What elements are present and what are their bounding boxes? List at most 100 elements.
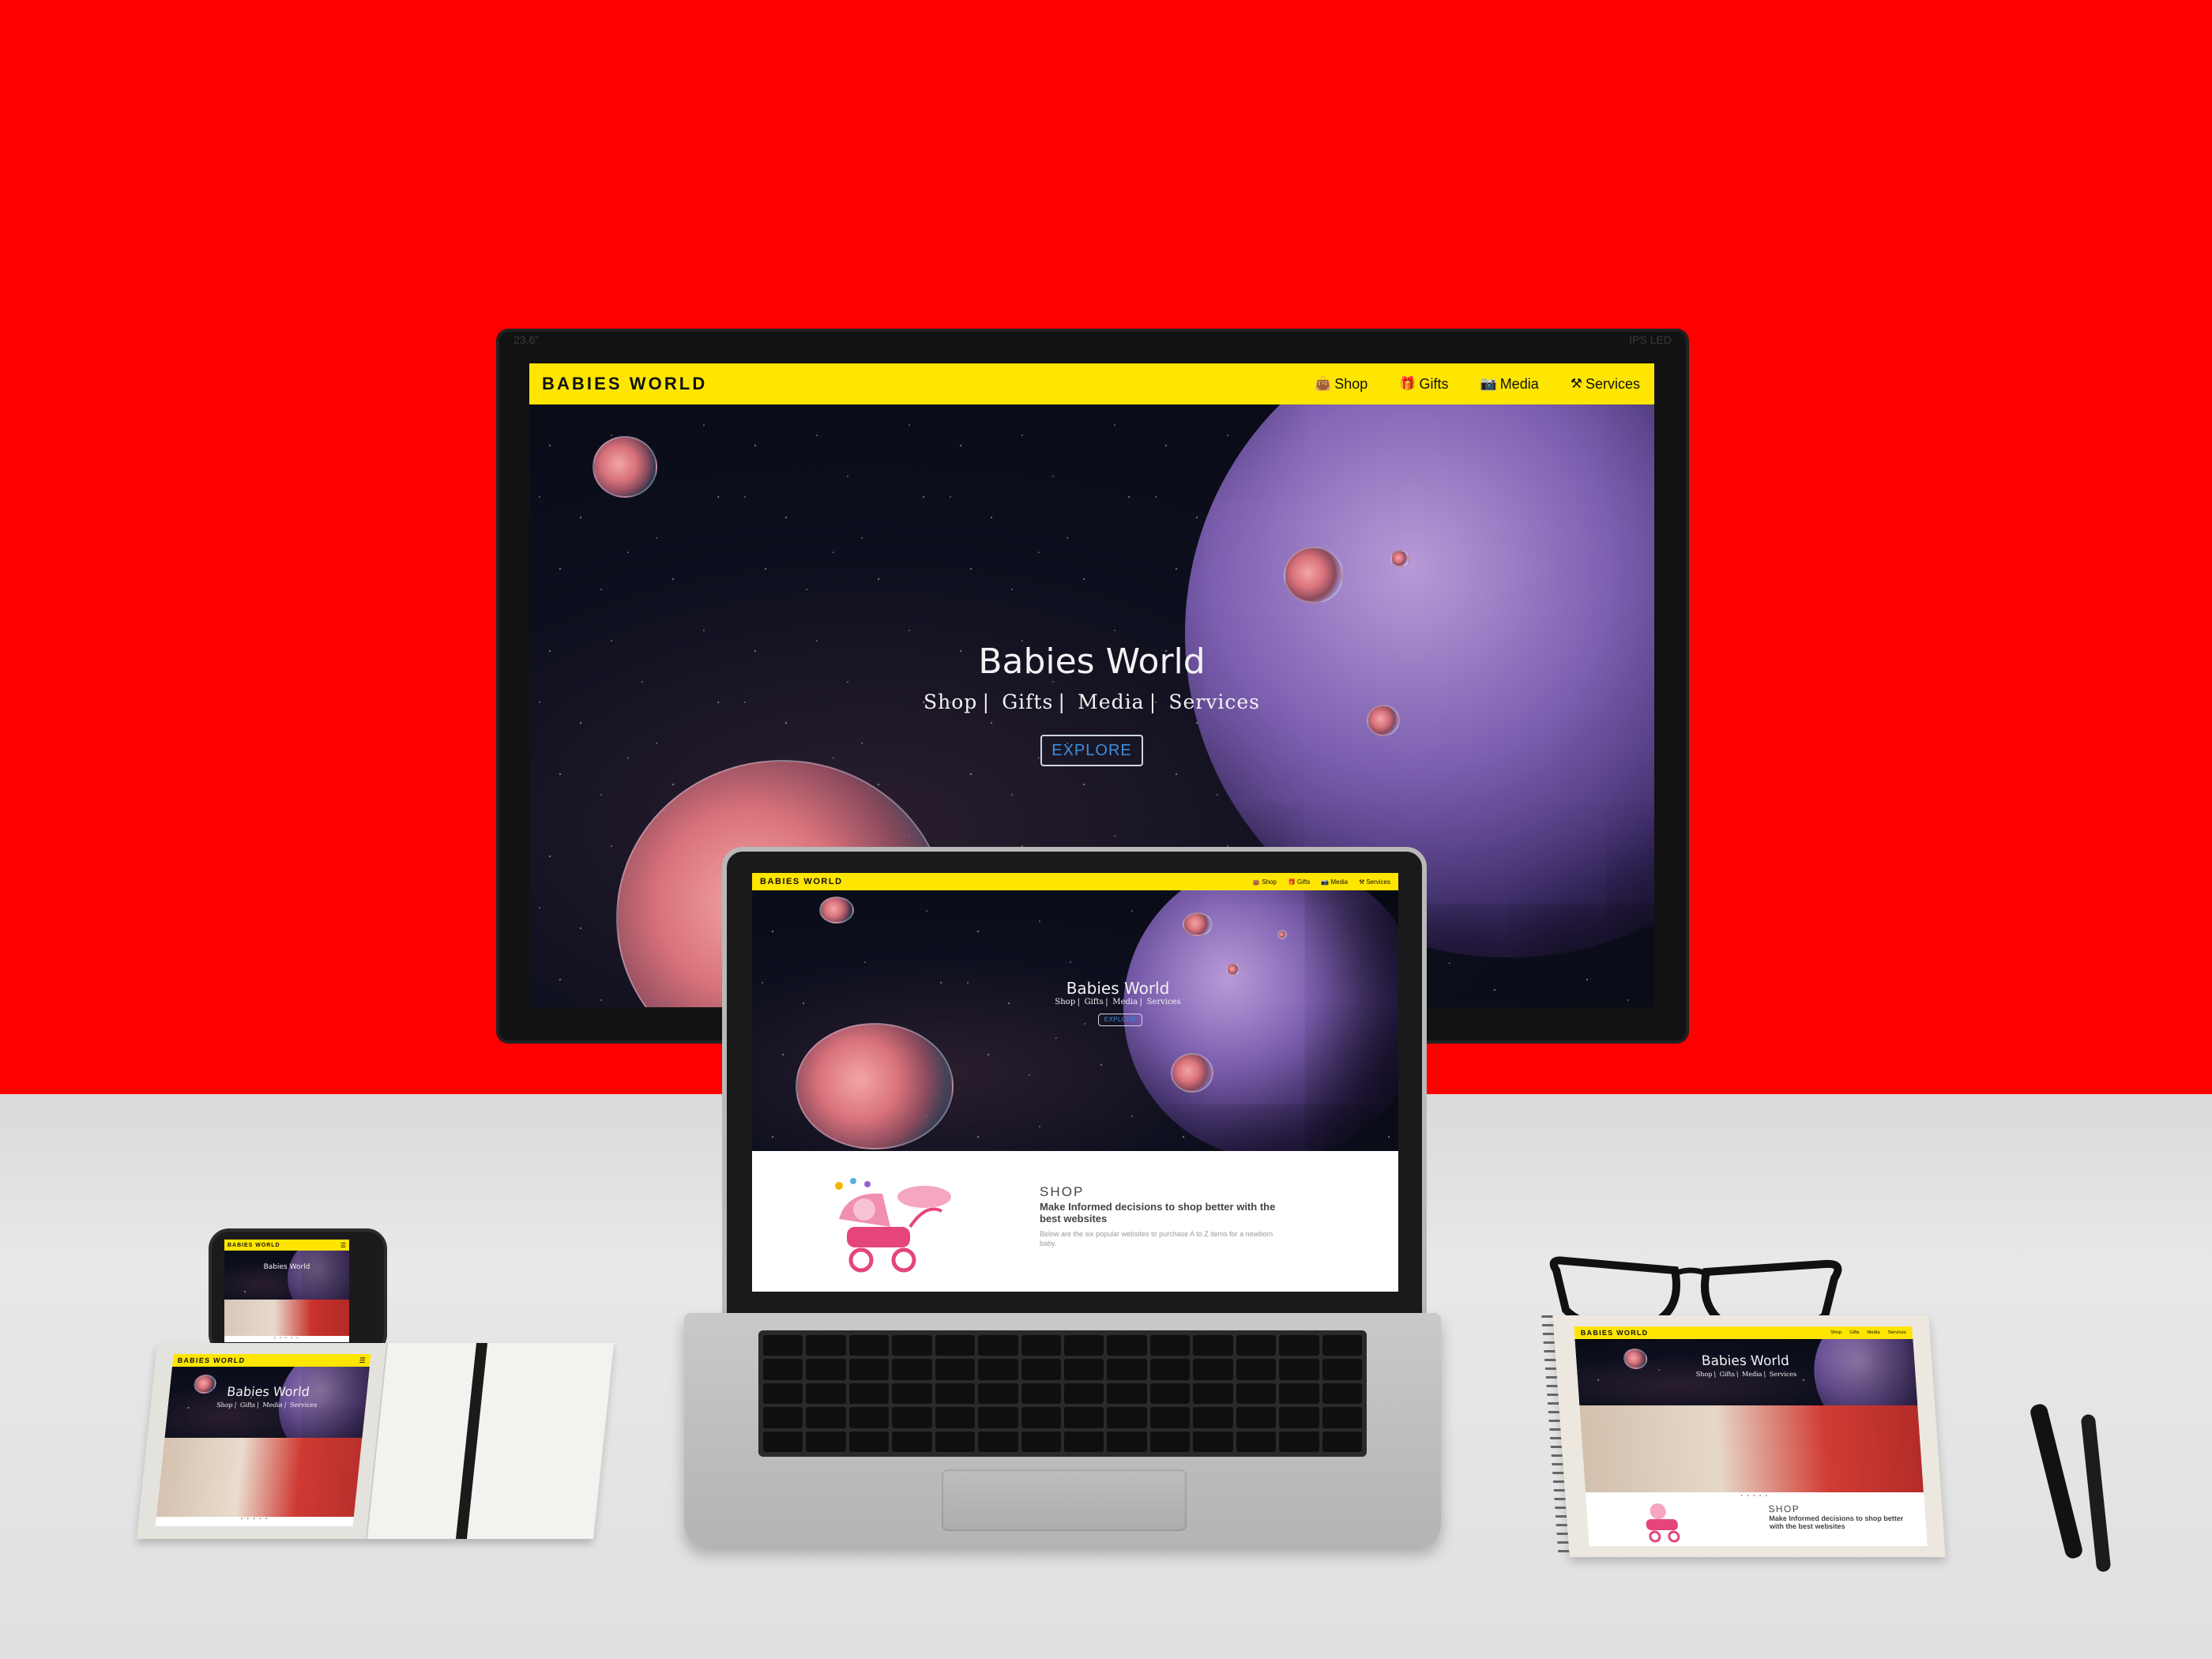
hero-title: Babies World — [1066, 979, 1170, 998]
nav-media[interactable]: Media — [1867, 1330, 1880, 1335]
planet-image — [1123, 890, 1398, 1151]
embryo-bubble — [592, 436, 657, 498]
embryo-bubble — [1183, 912, 1213, 936]
printed-site-mockup: BABIES WORLD ☰ Babies World Shop| Gifts|… — [155, 1354, 371, 1526]
smartphone: BABIES WORLD ☰ Babies World • • • • • — [209, 1228, 387, 1355]
nav-shop[interactable]: 👜 Shop — [1252, 878, 1277, 886]
hero-title: Babies World — [263, 1263, 310, 1271]
nav-services[interactable]: ⚒ Services — [1359, 878, 1390, 886]
shop-subheading: Make Informed decisions to shop better w… — [1768, 1514, 1904, 1531]
hero-link-services[interactable]: Services — [290, 1401, 318, 1409]
hero-link-gifts[interactable]: Gifts — [239, 1401, 255, 1409]
gift-icon: 🎁 — [1399, 376, 1416, 391]
site-brand[interactable]: BABIES WORLD — [542, 374, 707, 394]
nav-shop[interactable]: Shop — [1830, 1330, 1841, 1335]
site-navbar: BABIES WORLD ☰ — [224, 1240, 349, 1251]
nav-media[interactable]: 📷 Media — [1480, 376, 1539, 393]
hero-section: Babies World Shop| Gifts| Media| Service… — [164, 1367, 370, 1438]
embryo-bubble — [1226, 963, 1240, 976]
laptop-trackpad — [942, 1469, 1187, 1531]
laptop-base — [684, 1313, 1441, 1547]
embryo-bubble — [1277, 930, 1287, 939]
hero-link-gifts[interactable]: Gifts — [1002, 690, 1053, 713]
nav-menu: 👜 Shop 🎁 Gifts 📷 Media ⚒ Services — [1283, 376, 1640, 393]
hero-link-shop[interactable]: Shop — [216, 1401, 234, 1409]
explore-button[interactable]: EXPLORE — [1040, 735, 1143, 766]
hero-link-shop[interactable]: Shop — [1055, 998, 1075, 1006]
hero-link-gifts[interactable]: Gifts — [1085, 998, 1104, 1006]
hero-link-services[interactable]: Services — [1168, 690, 1260, 713]
hero-link-media[interactable]: Media — [1742, 1371, 1762, 1378]
open-notebook: BABIES WORLD ☰ Babies World Shop| Gifts|… — [136, 1343, 615, 1539]
menu-icon[interactable]: ☰ — [340, 1242, 346, 1249]
embryo-bubble — [1284, 547, 1344, 604]
site-brand[interactable]: BABIES WORLD — [228, 1243, 280, 1248]
hero-link-shop[interactable]: Shop — [924, 690, 977, 713]
hero-link-media[interactable]: Media — [1078, 690, 1144, 713]
nav-menu: Shop Gifts Media Services — [1823, 1330, 1906, 1335]
nav-media[interactable]: 📷 Media — [1321, 878, 1348, 886]
hero-section: Babies World Shop| Gifts| Media| Service… — [1574, 1339, 1918, 1405]
hero-link-gifts[interactable]: Gifts — [1719, 1371, 1735, 1378]
shopping-bag-icon: 👜 — [1252, 878, 1261, 886]
nav-gifts[interactable]: 🎁 Gifts — [1288, 878, 1310, 886]
sleeping-baby-photo — [224, 1300, 349, 1336]
site-navbar: BABIES WORLD Shop Gifts Media Services — [1574, 1326, 1913, 1339]
hero-links: Shop| Gifts| Media| Services — [216, 1401, 318, 1409]
embryo-bubble — [1390, 550, 1409, 567]
monitor-size-label: 23.6" — [514, 333, 540, 346]
shop-section: SHOP Make Informed decisions to shop bet… — [752, 1151, 1398, 1292]
shop-heading: SHOP — [1767, 1503, 1800, 1514]
camera-icon: 📷 — [1480, 376, 1497, 391]
hero-link-media[interactable]: Media — [1112, 998, 1138, 1006]
site-brand[interactable]: BABIES WORLD — [760, 877, 843, 886]
laptop-screen: BABIES WORLD 👜 Shop 🎁 Gifts 📷 Media ⚒ Servic… — [752, 873, 1398, 1292]
nav-gifts-label: Gifts — [1419, 375, 1449, 392]
monitor-panel-label: IPS LED — [1629, 333, 1672, 346]
nav-services-label: Services — [1366, 878, 1390, 886]
nav-shop[interactable]: 👜 Shop — [1315, 376, 1367, 393]
nav-shop-label: Shop — [1334, 375, 1368, 392]
carousel-dots[interactable]: • • • • • — [1586, 1494, 1924, 1499]
hero-link-media[interactable]: Media — [262, 1401, 283, 1409]
camera-icon: 📷 — [1321, 878, 1330, 886]
hero-link-services[interactable]: Services — [1769, 1371, 1796, 1378]
site-brand[interactable]: BABIES WORLD — [177, 1356, 246, 1364]
hero-section: Babies World Shop| Gifts| Media| Service… — [752, 890, 1398, 1151]
nav-gifts[interactable]: Gifts — [1849, 1330, 1860, 1335]
nav-gifts-label: Gifts — [1296, 878, 1311, 886]
hero-link-services[interactable]: Services — [1147, 998, 1181, 1006]
hero-links: Shop| Gifts| Media| Services — [1055, 998, 1181, 1006]
baby-stroller-illustration — [835, 1178, 951, 1273]
menu-icon[interactable]: ☰ — [359, 1356, 366, 1365]
carousel-dots[interactable]: • • • • • — [156, 1517, 354, 1522]
sleeping-baby-photo — [156, 1438, 363, 1517]
gift-icon: 🎁 — [1287, 878, 1296, 886]
nav-gifts[interactable]: 🎁 Gifts — [1399, 376, 1448, 393]
nav-services[interactable]: Services — [1888, 1330, 1906, 1335]
hero-title: Babies World — [226, 1384, 310, 1399]
printed-site-mockup: BABIES WORLD Shop Gifts Media Services B… — [1574, 1326, 1928, 1546]
site-brand[interactable]: BABIES WORLD — [1580, 1329, 1648, 1337]
hero-section: Babies World — [224, 1251, 349, 1300]
planet-image — [288, 1251, 349, 1300]
baby-stroller-illustration — [1646, 1503, 1680, 1543]
hero-links: Shop| Gifts| Media| Services — [924, 690, 1260, 713]
site-navbar: BABIES WORLD 👜 Shop 🎁 Gifts 📷 Media ⚒ Servic… — [529, 363, 1654, 404]
explore-button[interactable]: EXPLORE — [1098, 1014, 1142, 1026]
laptop: BABIES WORLD 👜 Shop 🎁 Gifts 📷 Media ⚒ Servic… — [722, 847, 1427, 1327]
hero-title: Babies World — [978, 641, 1206, 682]
hero-title: Babies World — [1701, 1353, 1790, 1369]
site-navbar: BABIES WORLD 👜 Shop 🎁 Gifts 📷 Media ⚒ Servic… — [752, 873, 1398, 890]
hero-link-shop[interactable]: Shop — [1696, 1371, 1713, 1378]
shopping-bag-icon: 👜 — [1315, 376, 1332, 391]
nav-media-label: Media — [1330, 878, 1349, 886]
shop-subheading: Make Informed decisions to shop better w… — [1040, 1201, 1276, 1224]
carousel-dots[interactable]: • • • • • — [224, 1336, 349, 1341]
nav-services[interactable]: ⚒ Services — [1571, 376, 1640, 393]
notebook-blank-page — [365, 1343, 615, 1539]
embryo-bubble — [819, 897, 854, 924]
nav-services-label: Services — [1585, 375, 1640, 392]
embryo-bubble — [1171, 1053, 1213, 1093]
phone-screen: BABIES WORLD ☰ Babies World • • • • • — [224, 1240, 349, 1342]
